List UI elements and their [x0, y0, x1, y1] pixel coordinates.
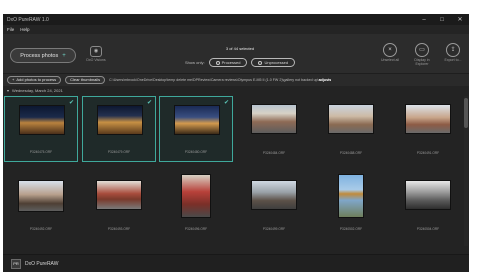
folder-icon: ▭: [415, 43, 429, 57]
show-only-label: Show only:: [185, 60, 205, 65]
thumbnail-cell[interactable]: P3240504.ORF: [391, 172, 465, 238]
binoculars-icon: ◉: [90, 46, 102, 57]
clear-thumbnails-button[interactable]: Clear thumbnails: [65, 75, 106, 84]
filter-processed-label: Processed: [221, 60, 241, 65]
photo-night-building: [97, 105, 143, 135]
minimize-button[interactable]: –: [415, 17, 433, 23]
export-label: Export to...: [444, 58, 462, 62]
footer: PR DxO PureRAW: [3, 254, 469, 272]
close-circle-icon: ×: [383, 43, 397, 57]
display-in-explorer-label: Display in Explorer: [414, 58, 430, 66]
menu-file[interactable]: File: [7, 27, 14, 32]
photo-street-building: [328, 104, 374, 134]
scrollbar[interactable]: [464, 96, 468, 246]
folder-path: C:\Users\mbrock\OneDrive\Desktop\temp de…: [109, 78, 331, 82]
photo-tower: [338, 174, 364, 218]
photo-architecture: [405, 180, 451, 210]
thumbnail-cell[interactable]: P3240496.ORF: [159, 172, 233, 238]
file-name: P3240496.ORF: [184, 227, 208, 231]
check-icon: ✔: [146, 100, 152, 106]
display-in-explorer-button[interactable]: ▭ Display in Explorer: [408, 43, 436, 66]
file-name: P3240479.ORF: [107, 150, 131, 154]
title-bar: DxO PureRAW 1.0 – □ ✕: [3, 14, 469, 25]
add-photos-label: Add photos to process: [16, 77, 57, 82]
file-name: P3240499.ORF: [262, 227, 286, 231]
unselect-all-label: Unselect all: [380, 58, 400, 62]
process-photos-label: Process photos: [20, 52, 59, 59]
clear-thumbnails-label: Clear thumbnails: [70, 77, 101, 82]
thumbnail-cell[interactable]: P3240488.ORF: [314, 96, 388, 162]
folder-path-text: C:\Users\mbrock\OneDrive\Desktop\temp de…: [109, 77, 319, 82]
menu-bar: File Help: [3, 25, 469, 34]
plus-icon: +: [12, 77, 15, 82]
radio-icon: [215, 60, 220, 65]
thumbnail-cell[interactable]: P3240499.ORF: [237, 172, 311, 238]
close-button[interactable]: ✕: [451, 16, 469, 23]
folder-path-current: adjusts: [318, 77, 332, 82]
photo-night-building: [19, 105, 65, 135]
filter-processed-button[interactable]: Processed: [208, 58, 248, 67]
photo-street-building: [405, 104, 451, 134]
export-button[interactable]: ⇪ Export to...: [439, 43, 467, 62]
unselect-all-button[interactable]: × Unselect all: [376, 43, 404, 62]
process-photos-button[interactable]: Process photos +: [10, 48, 76, 63]
toolbar: Process photos + ◉ DxO Visions 3 of 44 s…: [3, 34, 469, 74]
app-window: DxO PureRAW 1.0 – □ ✕ File Help Process …: [3, 14, 469, 272]
maximize-button[interactable]: □: [433, 17, 451, 23]
thumbnail-cell[interactable]: ✔ P3240479.ORF: [82, 96, 156, 162]
thumbnail-cell[interactable]: ✔ P3240475.ORF: [4, 96, 78, 162]
radio-icon: [258, 60, 263, 65]
file-name: P3240475.ORF: [29, 150, 53, 154]
photo-storefront: [181, 174, 211, 218]
thumbnail-cell[interactable]: ✔ P3240480.ORF: [159, 96, 233, 162]
filter-unprocessed-label: Unprocessed: [264, 60, 289, 65]
file-name: P3240492.ORF: [29, 227, 53, 231]
file-name: P3240491.ORF: [416, 151, 440, 155]
collapse-arrow-icon: ▾: [7, 87, 10, 93]
file-name: P3240488.ORF: [339, 151, 363, 155]
photo-street-tram: [251, 180, 297, 210]
filter-unprocessed-button[interactable]: Unprocessed: [251, 58, 296, 67]
dxo-vision-button[interactable]: ◉ DxO Visions: [82, 46, 110, 62]
file-name: P3240502.ORF: [339, 227, 363, 231]
file-name: P3240480.ORF: [184, 150, 208, 154]
photo-street-building: [251, 104, 297, 134]
file-name: P3240493.ORF: [107, 227, 131, 231]
date-group-label: Wednesday, March 24, 2021: [12, 87, 63, 93]
photo-church: [18, 180, 64, 212]
selected-count: 3 of 44 selected: [225, 46, 255, 51]
thumbnail-cell[interactable]: P3240493.ORF: [82, 172, 156, 238]
photo-night-building: [174, 105, 220, 135]
thumbnail-cell[interactable]: P3240484.ORF: [237, 96, 311, 162]
app-logo: PR: [11, 258, 21, 269]
path-bar: + Add photos to process Clear thumbnails…: [3, 74, 469, 85]
plus-icon: +: [62, 52, 66, 59]
add-photos-button[interactable]: + Add photos to process: [7, 75, 62, 84]
dxo-vision-label: DxO Visions: [86, 58, 106, 62]
thumbnail-cell[interactable]: P3240492.ORF: [4, 172, 78, 238]
thumbnail-cell[interactable]: P3240502.ORF: [314, 172, 388, 238]
menu-help[interactable]: Help: [20, 27, 29, 32]
thumbnail-grid: ▾ Wednesday, March 24, 2021 ✔ P3240475.O…: [3, 86, 469, 254]
check-icon: ✔: [68, 100, 74, 106]
file-name: P3240504.ORF: [416, 227, 440, 231]
scrollbar-thumb[interactable]: [464, 98, 468, 128]
app-name: DxO PureRAW: [25, 260, 59, 267]
export-icon: ⇪: [446, 43, 460, 57]
thumbnail-cell[interactable]: P3240491.ORF: [391, 96, 465, 162]
file-name: P3240484.ORF: [262, 151, 286, 155]
photo-street-building: [96, 180, 142, 210]
date-group-header[interactable]: ▾ Wednesday, March 24, 2021: [3, 86, 469, 94]
check-icon: ✔: [223, 100, 229, 106]
window-title: DxO PureRAW 1.0: [7, 16, 49, 23]
show-only-filter: Show only: Processed Unprocessed: [185, 58, 296, 67]
